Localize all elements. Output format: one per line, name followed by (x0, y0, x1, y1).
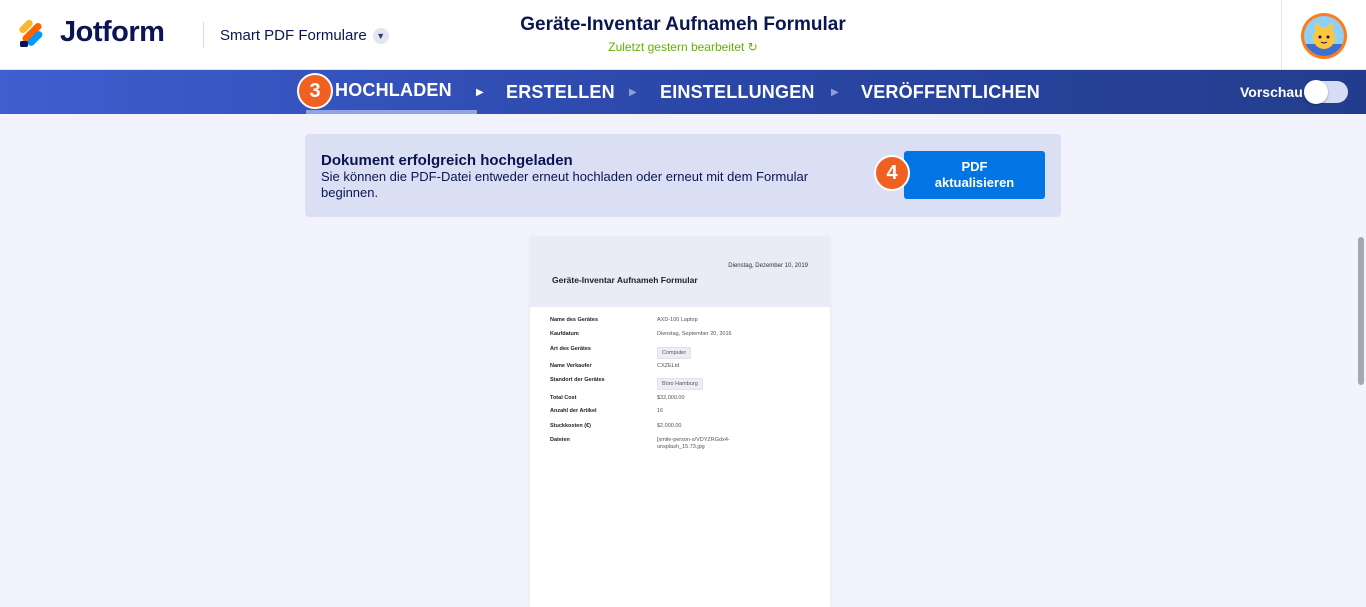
caret-right-icon: ▶ (629, 86, 637, 98)
pdf-row-value: $2,000.00 (657, 423, 682, 429)
product-name: Smart PDF Formulare (220, 27, 367, 44)
pdf-row-label: Stuckkosten (€) (550, 423, 591, 429)
caret-right-icon: ▶ (831, 86, 839, 98)
pdf-row-label: Dateien (550, 437, 570, 443)
pdf-row-value: $32,000.00 (657, 395, 685, 401)
tab-label: EINSTELLUNGEN (660, 81, 815, 102)
product-selector[interactable]: Smart PDF Formulare ▼ (220, 27, 389, 44)
jotform-logo-icon (19, 19, 43, 47)
preview-label: Vorschau (1240, 84, 1303, 100)
pdf-row-label: Name des Gerätes (550, 317, 598, 323)
avatar-illustration-icon (1304, 16, 1344, 56)
pdf-header: Dienstag, Dezember 10, 2019 Geräte-Inven… (530, 237, 830, 307)
top-header: Jotform Smart PDF Formulare ▼ Geräte-Inv… (0, 0, 1366, 70)
pdf-row-label: Kaufdatum (550, 331, 579, 337)
pdf-preview[interactable]: Dienstag, Dezember 10, 2019 Geräte-Inven… (530, 237, 830, 607)
pdf-row-value: Dienstag, September 20, 2016 (657, 331, 732, 337)
notice-text: Sie können die PDF-Datei entweder erneut… (321, 169, 809, 200)
last-edited[interactable]: Zuletzt gestern bearbeitet ↻ (470, 40, 896, 54)
step-badge-4: 4 (874, 155, 910, 191)
step-navigation: HOCHLADEN ▶ ERSTELLEN ▶ EINSTELLUNGEN ▶ … (0, 70, 1366, 114)
pdf-row-value: 16 (657, 408, 664, 414)
upload-success-notice: Dokument erfolgreich hochgeladen Sie kön… (305, 134, 1061, 217)
chevron-down-icon: ▼ (372, 27, 389, 44)
scrollbar-thumb[interactable] (1358, 237, 1364, 385)
brand-name: Jotform (60, 16, 165, 48)
pdf-row-label: Anzahl der Artikel (550, 408, 597, 414)
form-title[interactable]: Geräte-Inventar Aufnameh Formular (470, 14, 896, 36)
tab-veroeffentlichen[interactable]: VERÖFFENTLICHEN (861, 70, 1040, 114)
pdf-row-value: Büro Hamburg (657, 378, 703, 390)
toggle-knob (1304, 80, 1328, 104)
update-pdf-button[interactable]: PDF aktualisieren (904, 151, 1045, 199)
tab-label: ERSTELLEN (506, 81, 615, 102)
caret-right-icon: ▶ (476, 86, 484, 98)
pdf-date: Dienstag, Dezember 10, 2019 (728, 263, 808, 269)
pdf-row-label: Total Cost (550, 395, 577, 401)
header-divider (203, 22, 204, 48)
last-edited-text: Zuletzt gestern bearbeitet (608, 40, 745, 54)
pdf-row-value: [smile-person-s/VDYZRGdx4-unsplash_15.73… (657, 437, 730, 450)
pdf-row-value: Computer (657, 347, 692, 359)
pdf-row-label: Art des Gerätes (550, 346, 591, 352)
form-title-block: Geräte-Inventar Aufnameh Formular Zuletz… (470, 14, 896, 54)
pdf-title: Geräte-Inventar Aufnameh Formular (552, 275, 698, 285)
jotform-logo[interactable]: Jotform (18, 16, 165, 49)
step-badge-3: 3 (297, 73, 333, 109)
user-avatar[interactable] (1301, 13, 1347, 59)
tab-einstellungen[interactable]: EINSTELLUNGEN (660, 70, 815, 114)
pdf-row-value: CXZELtd (657, 363, 680, 369)
pdf-row-label: Name Verkaufer (550, 363, 592, 369)
preview-toggle[interactable] (1304, 80, 1348, 104)
notice-title: Dokument erfolgreich hochgeladen (321, 152, 573, 169)
tab-label: VERÖFFENTLICHEN (861, 81, 1041, 102)
refresh-icon: ↻ (747, 40, 758, 54)
pdf-row-label: Standort der Gerätes (550, 377, 605, 383)
tab-erstellen[interactable]: ERSTELLEN (506, 70, 615, 114)
pdf-row-value: AXD-100 Laptop (657, 317, 698, 323)
tab-label: HOCHLADEN (335, 79, 452, 100)
avatar-divider (1281, 0, 1282, 70)
